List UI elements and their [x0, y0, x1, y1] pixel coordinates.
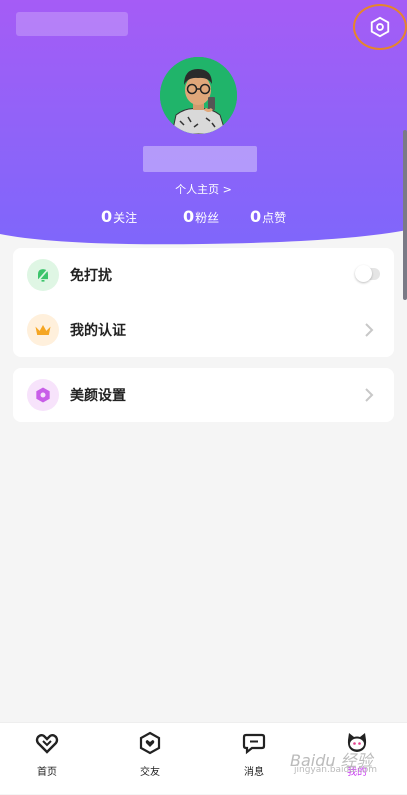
heart-shield-icon — [139, 731, 161, 755]
chevron-right-icon — [365, 323, 374, 337]
beauty-hexagon-icon — [36, 387, 50, 403]
avatar-illustration — [160, 57, 237, 134]
settings-card-primary: 免打扰 我的认证 — [13, 248, 394, 357]
menu-item-beauty[interactable]: 美颜设置 — [13, 368, 394, 422]
bell-mute-icon — [36, 267, 50, 283]
beauty-icon-wrap — [27, 379, 59, 411]
tab-friends-label: 交友 — [140, 767, 160, 778]
menu-item-dnd-label: 免打扰 — [70, 268, 112, 284]
crown-icon-wrap — [27, 314, 59, 346]
menu-item-certify-label: 我的认证 — [70, 323, 126, 339]
baidu-jingyan-watermark: Baidu 经验 jingyan.baidu.com — [290, 747, 400, 775]
tab-home-label: 首页 — [37, 767, 57, 778]
tab-home[interactable]: 首页 — [7, 723, 87, 795]
tab-messages-label: 消息 — [244, 767, 264, 778]
heart-home-icon — [35, 734, 59, 754]
scroll-indicator — [403, 130, 407, 300]
blurred-username — [143, 146, 257, 172]
stat-likes-label: 点赞 — [262, 211, 287, 225]
settings-button[interactable] — [353, 4, 407, 50]
settings-card-secondary: 美颜设置 — [13, 368, 394, 422]
toggle-knob — [355, 265, 372, 282]
tab-friends[interactable]: 交友 — [110, 723, 190, 795]
bell-mute-icon-wrap — [27, 259, 59, 291]
gear-hexagon-icon — [370, 16, 390, 38]
menu-item-dnd[interactable]: 免打扰 — [13, 248, 394, 302]
watermark-line2: jingyan.baidu.com — [294, 765, 378, 775]
avatar[interactable] — [160, 57, 237, 134]
menu-item-certify[interactable]: 我的认证 — [13, 303, 394, 357]
profile-header: 个人主页 > 0关注 0粉丝 0点赞 — [0, 0, 407, 245]
menu-item-beauty-label: 美颜设置 — [70, 388, 126, 404]
stat-following-label: 关注 — [113, 211, 138, 225]
tab-messages[interactable]: 消息 — [214, 723, 294, 795]
profile-homepage-link[interactable]: 个人主页 > — [0, 181, 407, 197]
crown-icon — [35, 325, 51, 335]
dnd-toggle[interactable] — [355, 265, 380, 282]
blurred-username-top — [16, 12, 128, 36]
chat-icon — [242, 733, 266, 755]
stat-fans-label: 粉丝 — [195, 211, 220, 225]
chevron-right-icon — [365, 388, 374, 402]
